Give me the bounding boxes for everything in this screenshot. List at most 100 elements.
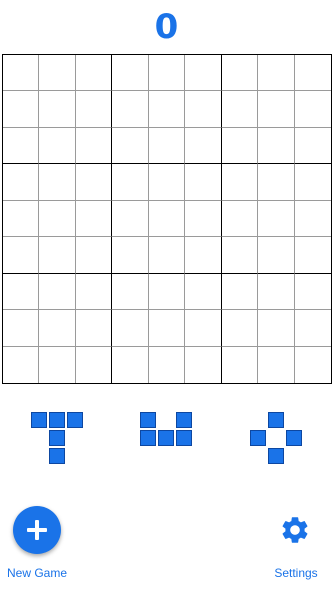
board-cell[interactable] (258, 164, 295, 201)
board-cell[interactable] (185, 310, 222, 347)
piece-block (176, 430, 192, 446)
board-cell[interactable] (294, 91, 331, 128)
board-cell[interactable] (294, 201, 331, 238)
board-cell[interactable] (148, 310, 186, 347)
board-cell[interactable] (112, 310, 149, 347)
board-cell[interactable] (39, 310, 76, 347)
piece-block (268, 448, 284, 464)
board-cell[interactable] (75, 164, 113, 201)
new-game-button[interactable] (13, 506, 61, 554)
board-cell[interactable] (75, 91, 113, 128)
board-cell[interactable] (222, 346, 259, 383)
board-cell[interactable] (258, 91, 295, 128)
board-cell[interactable] (148, 273, 186, 311)
board-cell[interactable] (112, 55, 149, 92)
plus-ring-piece[interactable] (250, 412, 304, 468)
board-cell[interactable] (221, 127, 259, 165)
board-cell[interactable] (148, 91, 186, 128)
board-cell[interactable] (185, 237, 222, 274)
piece-block (49, 448, 65, 464)
piece-block (158, 430, 174, 446)
board-cell[interactable] (75, 127, 113, 165)
board-cell[interactable] (39, 127, 76, 165)
piece-block (31, 412, 47, 428)
gear-icon (282, 517, 308, 543)
board-cell[interactable] (295, 347, 331, 383)
board-cell[interactable] (3, 200, 40, 238)
board-cell[interactable] (76, 346, 113, 383)
board-cell[interactable] (258, 200, 295, 238)
board-cell[interactable] (258, 55, 295, 92)
board-cell[interactable] (3, 346, 40, 383)
board-cell[interactable] (112, 200, 149, 238)
settings-button[interactable] (279, 514, 311, 546)
board-cell[interactable] (3, 273, 40, 311)
piece-block (49, 412, 65, 428)
board-cell[interactable] (221, 237, 259, 274)
board-cell[interactable] (149, 346, 186, 383)
board-cell[interactable] (148, 200, 186, 238)
board-cell[interactable] (221, 55, 259, 92)
t-piece[interactable] (31, 412, 85, 468)
board-cell[interactable] (221, 164, 259, 201)
board-cell[interactable] (39, 237, 76, 274)
board-cell[interactable] (221, 200, 259, 238)
board-cell[interactable] (3, 310, 40, 347)
board-cell[interactable] (75, 273, 113, 311)
board-cell[interactable] (112, 91, 149, 128)
board-cell[interactable] (75, 310, 113, 347)
board-cell[interactable] (221, 91, 259, 128)
board-cell[interactable] (258, 273, 295, 311)
board-cell[interactable] (112, 346, 149, 383)
board-cell[interactable] (294, 55, 331, 92)
board-cell[interactable] (3, 127, 40, 165)
board-cell[interactable] (3, 164, 40, 201)
board-cell[interactable] (112, 273, 149, 311)
board-cell[interactable] (185, 55, 222, 92)
board-cell[interactable] (185, 273, 222, 311)
board-cell[interactable] (112, 237, 149, 274)
board-cell[interactable] (148, 164, 186, 201)
u-piece[interactable] (140, 412, 194, 468)
board-cell[interactable] (75, 200, 113, 238)
board-cell[interactable] (75, 237, 113, 274)
settings-label[interactable]: Settings (262, 566, 330, 580)
board-cell[interactable] (39, 273, 76, 311)
new-game-label[interactable]: New Game (0, 566, 74, 580)
board-cell[interactable] (39, 200, 76, 238)
board-cell[interactable] (112, 127, 149, 165)
board-cell[interactable] (258, 346, 295, 383)
board-cell[interactable] (294, 128, 331, 165)
board-cell[interactable] (221, 310, 259, 347)
board-cell[interactable] (185, 91, 222, 128)
board-cell[interactable] (258, 237, 295, 274)
board-cell[interactable] (75, 55, 113, 92)
piece-block (268, 412, 284, 428)
piece-block (286, 430, 302, 446)
board-cell[interactable] (3, 237, 40, 274)
board-cell[interactable] (294, 310, 331, 347)
board-cell[interactable] (148, 237, 186, 274)
board-cell[interactable] (39, 164, 76, 201)
board-cell[interactable] (221, 273, 259, 311)
board-cell[interactable] (185, 346, 222, 383)
board-cell[interactable] (3, 55, 40, 92)
board-cell[interactable] (258, 310, 295, 347)
board-cell[interactable] (112, 164, 149, 201)
board-cell[interactable] (185, 164, 222, 201)
board-cell[interactable] (258, 127, 295, 165)
board-cell[interactable] (294, 274, 331, 311)
piece-block (250, 430, 266, 446)
board-cell[interactable] (148, 127, 186, 165)
board-cell[interactable] (294, 237, 331, 274)
board-cell[interactable] (148, 55, 186, 92)
board-cell[interactable] (294, 164, 331, 201)
board-cell[interactable] (3, 91, 40, 128)
board-cell[interactable] (39, 91, 76, 128)
game-board[interactable] (2, 54, 332, 384)
board-cell[interactable] (185, 200, 222, 238)
plus-icon (27, 520, 47, 540)
board-cell[interactable] (39, 55, 76, 92)
board-cell[interactable] (39, 346, 76, 383)
board-cell[interactable] (185, 127, 222, 165)
